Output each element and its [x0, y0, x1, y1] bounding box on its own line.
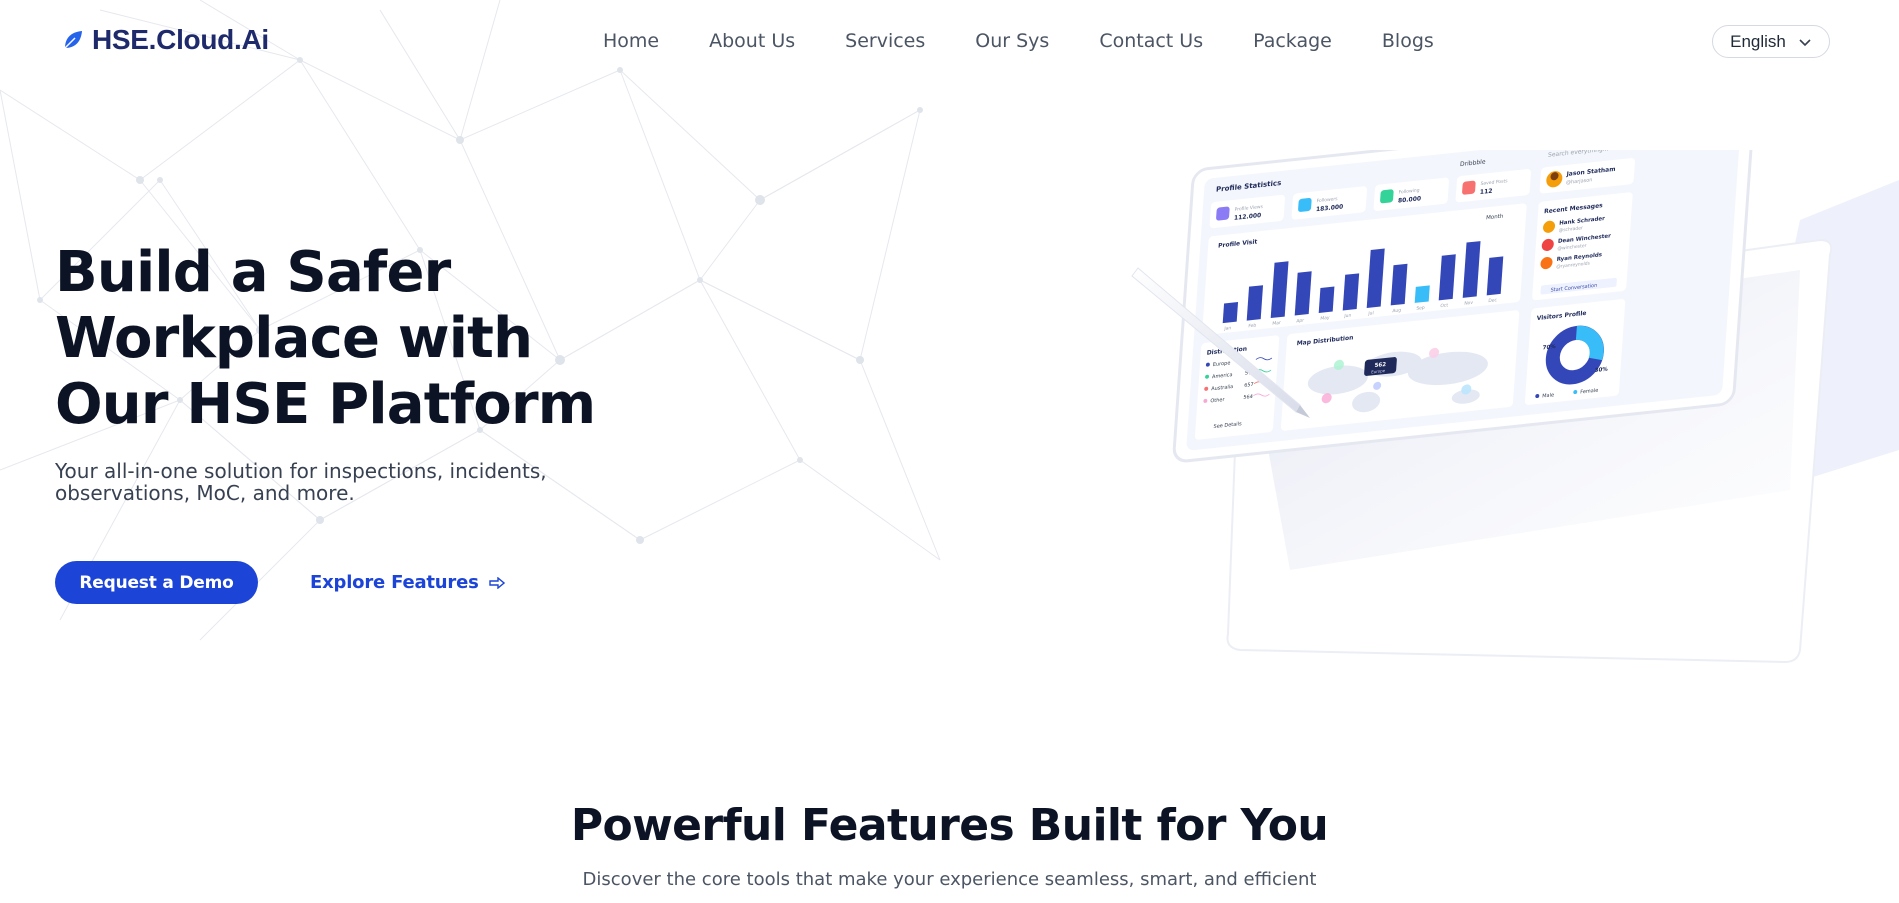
- nav-item-contact-us[interactable]: Contact Us: [1099, 30, 1203, 52]
- hero-actions: Request a Demo Explore Features: [55, 561, 505, 604]
- profile-visit-bar: [1222, 301, 1239, 324]
- hero-title-line-1: Build a Safer: [55, 240, 451, 305]
- explore-features-link[interactable]: Explore Features: [310, 572, 505, 593]
- month-label: Mar: [1272, 320, 1281, 327]
- language-selected: English: [1730, 31, 1786, 51]
- profile-visit-bar: [1342, 273, 1360, 311]
- nav-item-package[interactable]: Package: [1253, 30, 1332, 52]
- month-label: Jan: [1223, 325, 1231, 332]
- nav-item-services[interactable]: Services: [845, 30, 925, 52]
- month-label: May: [1320, 315, 1330, 322]
- explore-features-label: Explore Features: [310, 572, 479, 593]
- hero-subtitle: Your all-in-one solution for inspections…: [55, 459, 547, 505]
- arrow-right-icon: [488, 576, 505, 589]
- nav-item-blogs[interactable]: Blogs: [1382, 30, 1434, 52]
- month-label: Dec: [1488, 297, 1498, 304]
- month-label: Nov: [1464, 300, 1473, 307]
- month-label: Feb: [1248, 323, 1256, 330]
- month-label: Oct: [1440, 302, 1448, 309]
- hero-title-line-3: Our HSE Platform: [55, 372, 596, 437]
- male-legend: Male: [1542, 392, 1554, 399]
- language-select[interactable]: English: [1712, 25, 1830, 58]
- stat-icon: [1298, 198, 1312, 212]
- brand-name: HSE.Cloud.Ai: [92, 24, 269, 55]
- nav-item-about-us[interactable]: About Us: [709, 30, 795, 52]
- stat-icon: [1380, 189, 1394, 204]
- leaf-icon: [64, 31, 82, 49]
- hero-title: Build a Safer Workplace with Our HSE Pla…: [55, 240, 615, 438]
- region-value: 657: [1244, 382, 1254, 389]
- month-label: Aug: [1392, 307, 1401, 314]
- month-label: Jul: [1367, 310, 1374, 317]
- brand-logo[interactable]: HSE.Cloud.Ai: [62, 24, 269, 56]
- stat-value: 112: [1480, 188, 1493, 196]
- site-header: HSE.Cloud.Ai Home About Us Services Our …: [0, 0, 1899, 84]
- stat-icon: [1462, 180, 1476, 195]
- main-nav: Home About Us Services Our Sys Contact U…: [603, 30, 1484, 52]
- region-value: 564: [1243, 394, 1253, 401]
- profile-visit-bar: [1246, 285, 1264, 321]
- profile-visit-bar: [1318, 286, 1335, 313]
- features-subtitle: Discover the core tools that make your e…: [582, 869, 1317, 890]
- request-demo-button[interactable]: Request a Demo: [55, 561, 258, 604]
- month-label: Jun: [1343, 313, 1352, 320]
- hero-section: Build a Safer Workplace with Our HSE Pla…: [55, 240, 615, 604]
- features-section: Powerful Features Built for You Discover…: [0, 800, 1899, 890]
- profile-visit-bar: [1414, 285, 1430, 303]
- profile-visit-bar: [1486, 256, 1504, 296]
- month-label: Sep: [1416, 305, 1425, 312]
- chevron-down-icon: [1799, 38, 1811, 46]
- features-title: Powerful Features Built for You: [570, 800, 1329, 851]
- nav-item-our-sys[interactable]: Our Sys: [975, 30, 1049, 52]
- nav-item-home[interactable]: Home: [603, 30, 659, 52]
- month-label: Apr: [1296, 318, 1304, 325]
- dashboard-illustration: Profile Statistics Dribbble Search every…: [1131, 150, 1899, 664]
- profile-visit-bar: [1390, 263, 1408, 306]
- hero-title-line-2: Workplace with: [55, 306, 533, 371]
- stat-icon: [1216, 206, 1230, 221]
